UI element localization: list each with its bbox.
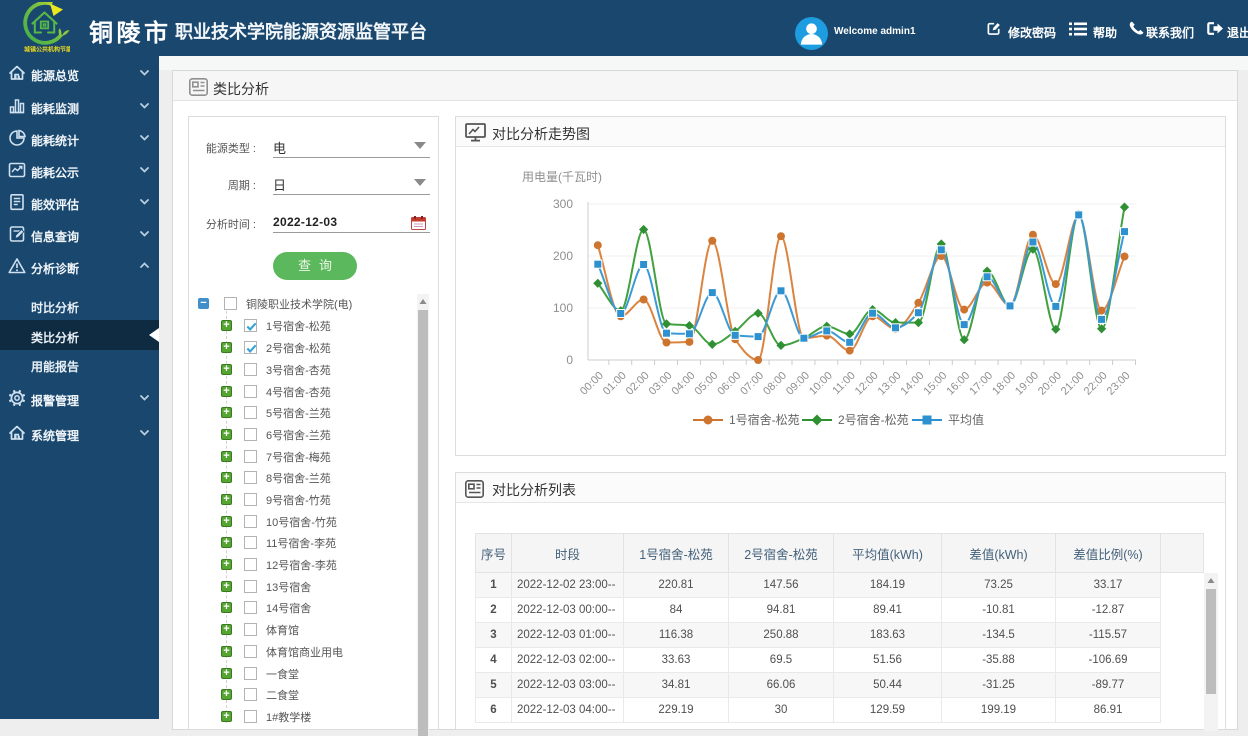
svg-text:1号宿舍-松苑: 1号宿舍-松苑 (729, 412, 800, 427)
svg-text:06:00: 06:00 (715, 370, 743, 398)
svg-text:18:00: 18:00 (990, 370, 1018, 398)
svg-text:19:00: 19:00 (1013, 370, 1041, 398)
svg-text:07:00: 07:00 (738, 370, 766, 398)
svg-text:200: 200 (553, 249, 573, 263)
svg-text:21:00: 21:00 (1059, 370, 1087, 398)
svg-text:13:00: 13:00 (876, 370, 904, 398)
svg-text:23:00: 23:00 (1105, 370, 1133, 398)
svg-text:2号宿舍-松苑: 2号宿舍-松苑 (838, 412, 909, 427)
svg-text:10:00: 10:00 (807, 370, 835, 398)
svg-text:300: 300 (553, 197, 573, 211)
svg-text:11:00: 11:00 (830, 370, 857, 397)
svg-text:用电量(千瓦时): 用电量(千瓦时) (522, 170, 602, 184)
svg-text:14:00: 14:00 (899, 370, 927, 398)
svg-text:02:00: 02:00 (624, 370, 652, 398)
svg-text:平均值: 平均值 (948, 412, 984, 427)
svg-text:22:00: 22:00 (1082, 370, 1110, 398)
svg-text:城镇公共机构节能: 城镇公共机构节能 (24, 46, 70, 54)
svg-text:03:00: 03:00 (647, 370, 675, 398)
svg-text:17:00: 17:00 (967, 370, 995, 398)
svg-text:05:00: 05:00 (692, 370, 720, 398)
svg-text:0: 0 (566, 353, 573, 367)
svg-text:16:00: 16:00 (944, 370, 972, 398)
svg-text:100: 100 (553, 301, 573, 315)
svg-text:01:00: 01:00 (601, 370, 629, 398)
svg-text:04:00: 04:00 (670, 370, 698, 398)
svg-text:00:00: 00:00 (578, 370, 606, 398)
svg-text:12:00: 12:00 (853, 370, 881, 398)
svg-text:09:00: 09:00 (784, 370, 812, 398)
svg-text:20:00: 20:00 (1036, 370, 1064, 398)
svg-text:08:00: 08:00 (761, 370, 789, 398)
svg-text:15:00: 15:00 (921, 370, 949, 398)
